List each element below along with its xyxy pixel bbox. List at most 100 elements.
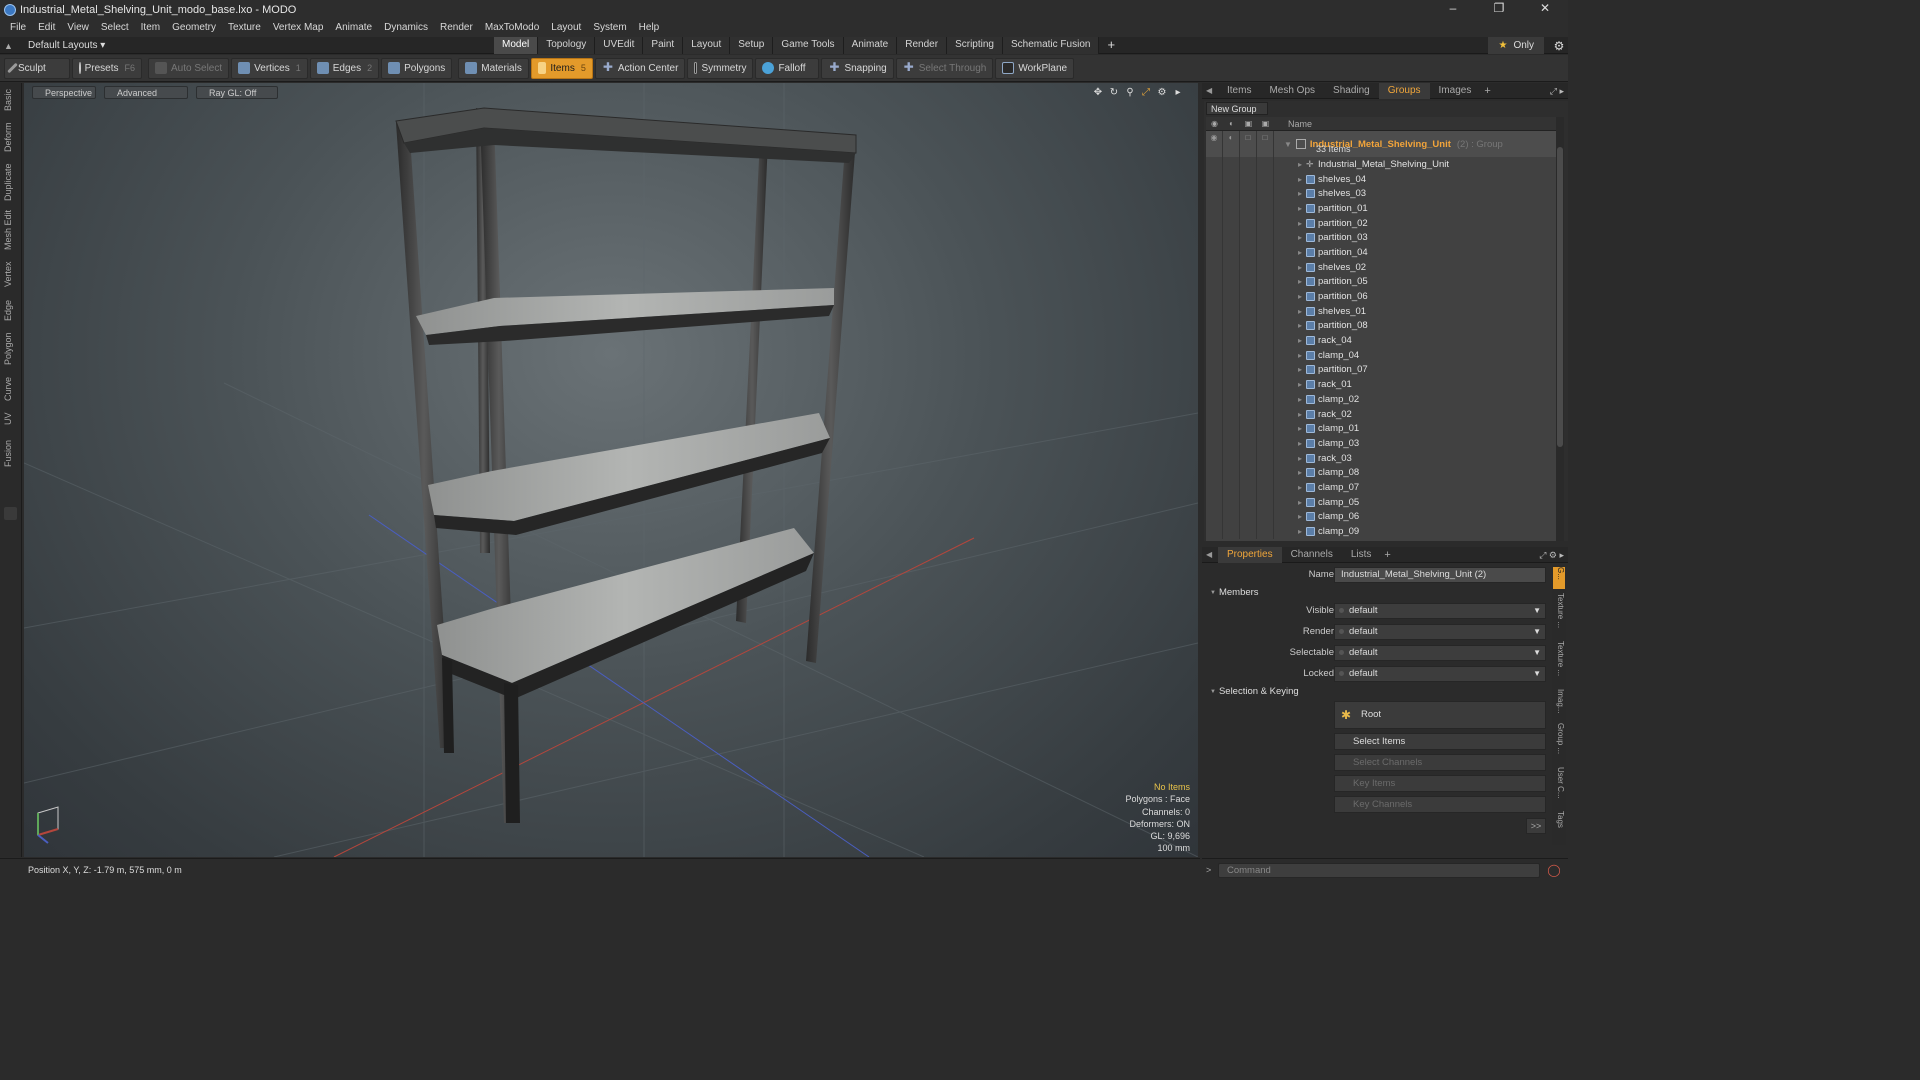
- vtab-group[interactable]: G...: [1553, 567, 1565, 589]
- tree-row-item[interactable]: ▸ clamp_02: [1206, 392, 1556, 407]
- fit-icon[interactable]: ⤢: [1138, 86, 1154, 99]
- vtab-deform[interactable]: Deform: [3, 119, 17, 155]
- tree-row-item[interactable]: ▸ partition_06: [1206, 289, 1556, 304]
- locked-dropdown[interactable]: default ▼: [1334, 666, 1546, 682]
- menu-system[interactable]: System: [587, 19, 632, 37]
- new-group-button[interactable]: New Group: [1206, 102, 1268, 115]
- tree-scrollbar[interactable]: [1556, 117, 1564, 541]
- tab-scripting[interactable]: Scripting: [947, 37, 1003, 54]
- key-items-button[interactable]: Key Items: [1334, 775, 1546, 792]
- expand-item-icon[interactable]: ▸: [1298, 454, 1302, 463]
- eye-icon[interactable]: ◉: [1206, 131, 1223, 157]
- expand-item-icon[interactable]: ▸: [1298, 410, 1302, 419]
- tab-model[interactable]: Model: [494, 37, 539, 54]
- expand-panel-icon[interactable]: ⤢ ▸: [1550, 83, 1564, 99]
- render-column-icon[interactable]: ◐: [1223, 119, 1240, 128]
- only-toggle[interactable]: ★ Only: [1488, 37, 1544, 54]
- presets-button[interactable]: Presets F6: [72, 57, 142, 79]
- tree-row-item[interactable]: ▸ partition_07: [1206, 362, 1556, 378]
- vtab-polygon[interactable]: Polygon: [3, 331, 17, 367]
- expand-item-icon[interactable]: ▸: [1298, 204, 1302, 213]
- vtab-vertex[interactable]: Vertex: [3, 259, 17, 289]
- materials-button[interactable]: Materials: [458, 57, 529, 79]
- snapping-button[interactable]: ✚ Snapping: [821, 57, 894, 79]
- workplane-button[interactable]: WorkPlane: [995, 57, 1075, 79]
- tree-row-item[interactable]: ▸ rack_02: [1206, 406, 1556, 422]
- viewport-menu-icon[interactable]: ▸: [1170, 86, 1186, 99]
- tree-row-item[interactable]: ▸ rack_03: [1206, 450, 1556, 466]
- expand-item-icon[interactable]: ▸: [1298, 439, 1302, 448]
- tree-row-item[interactable]: ▸ shelves_02: [1206, 259, 1556, 275]
- members-section[interactable]: Members: [1204, 586, 1550, 600]
- expand-item-icon[interactable]: ▸: [1298, 263, 1302, 272]
- more-button[interactable]: >>: [1526, 818, 1546, 834]
- tab-shading[interactable]: Shading: [1324, 83, 1379, 99]
- tree-row-item[interactable]: ▸ partition_01: [1206, 201, 1556, 216]
- tree-row-locator[interactable]: ▸ ✛ Industrial_Metal_Shelving_Unit: [1206, 157, 1556, 172]
- tree-row-item[interactable]: ▸ partition_05: [1206, 274, 1556, 290]
- expand-item-icon[interactable]: ▸: [1298, 483, 1302, 492]
- expand-item-icon[interactable]: ▸: [1298, 277, 1302, 286]
- tab-mesh-ops[interactable]: Mesh Ops: [1260, 83, 1324, 99]
- items-button[interactable]: Items 5: [530, 57, 593, 79]
- vtab-tags[interactable]: Tags: [1553, 811, 1565, 837]
- menu-animate[interactable]: Animate: [329, 19, 378, 37]
- tree-row-item[interactable]: ▸ clamp_01: [1206, 421, 1556, 437]
- tab-channels[interactable]: Channels: [1282, 547, 1342, 563]
- minimize-button[interactable]: –: [1430, 0, 1476, 19]
- vtab-texture-2[interactable]: Texture ...: [1553, 641, 1565, 685]
- tab-game-tools[interactable]: Game Tools: [773, 37, 844, 54]
- command-input[interactable]: Command: [1218, 863, 1540, 878]
- symmetry-button[interactable]: Symmetry: [687, 57, 754, 79]
- vtab-curve[interactable]: Curve: [3, 375, 17, 403]
- select-items-button[interactable]: Select Items: [1334, 733, 1546, 750]
- tree-row-item[interactable]: ▸ partition_08: [1206, 318, 1556, 334]
- vtab-group-2[interactable]: Group ...: [1553, 723, 1565, 763]
- menu-file[interactable]: File: [4, 19, 32, 37]
- expand-group-icon[interactable]: ▼: [1284, 140, 1292, 149]
- add-props-tab-icon[interactable]: +: [1380, 549, 1394, 561]
- expand-item-icon[interactable]: ▸: [1298, 351, 1302, 360]
- name-column-header[interactable]: Name: [1288, 119, 1312, 129]
- vtab-texture-1[interactable]: Texture ...: [1553, 593, 1565, 637]
- expand-item-icon[interactable]: ▸: [1298, 248, 1302, 257]
- tree-row-item[interactable]: ▸ shelves_01: [1206, 303, 1556, 319]
- vtab-edge[interactable]: Edge: [3, 297, 17, 323]
- tab-groups[interactable]: Groups: [1378, 82, 1430, 99]
- gear-icon[interactable]: ⚙: [1550, 39, 1568, 53]
- tab-render[interactable]: Render: [897, 37, 948, 54]
- tree-row-item[interactable]: ▸ shelves_04: [1206, 171, 1556, 187]
- visible-dropdown[interactable]: default ▼: [1334, 603, 1546, 619]
- tab-topology[interactable]: Topology: [538, 37, 596, 54]
- vtab-image[interactable]: Imag...: [1553, 689, 1565, 719]
- expand-item-icon[interactable]: ▸: [1298, 468, 1302, 477]
- action-center-button[interactable]: ✚ Action Center: [594, 57, 686, 79]
- expand-item-icon[interactable]: ▸: [1298, 189, 1302, 198]
- lock-icon[interactable]: □: [1240, 131, 1257, 157]
- tree-row-item[interactable]: ▸ clamp_07: [1206, 480, 1556, 495]
- expand-item-icon[interactable]: ▸: [1298, 175, 1302, 184]
- tree-row-item[interactable]: ▸ clamp_06: [1206, 509, 1556, 525]
- menu-dynamics[interactable]: Dynamics: [378, 19, 434, 37]
- menu-vertex-map[interactable]: Vertex Map: [267, 19, 330, 37]
- tab-layout[interactable]: Layout: [683, 37, 731, 54]
- tree-row-item[interactable]: ▸ rack_04: [1206, 333, 1556, 348]
- add-panel-tab-icon[interactable]: +: [1480, 85, 1494, 97]
- expand-item-icon[interactable]: ▸: [1298, 527, 1302, 536]
- tab-lists[interactable]: Lists: [1342, 547, 1381, 563]
- tree-row-item[interactable]: ▸ partition_02: [1206, 215, 1556, 231]
- tab-setup[interactable]: Setup: [730, 37, 774, 54]
- menu-edit[interactable]: Edit: [32, 19, 61, 37]
- expand-item-icon[interactable]: ▸: [1298, 219, 1302, 228]
- group-row[interactable]: ◉ ◐ □ □ ▼ Industrial_Metal_Shelving_Unit (2)…: [1206, 131, 1556, 157]
- tree-row-item[interactable]: ▸ partition_03: [1206, 230, 1556, 246]
- auto-select-button[interactable]: Auto Select: [148, 57, 230, 79]
- stop-icon[interactable]: ◯: [1546, 863, 1562, 878]
- name-field[interactable]: Industrial_Metal_Shelving_Unit (2): [1334, 567, 1546, 583]
- rotate-icon[interactable]: ↻: [1106, 86, 1122, 99]
- advanced-dropdown[interactable]: Advanced: [104, 86, 188, 99]
- expand-item-icon[interactable]: ▸: [1298, 380, 1302, 389]
- tab-paint[interactable]: Paint: [643, 37, 684, 54]
- expand-item-icon[interactable]: ▸: [1298, 365, 1302, 374]
- expand-item-icon[interactable]: ▸: [1298, 424, 1302, 433]
